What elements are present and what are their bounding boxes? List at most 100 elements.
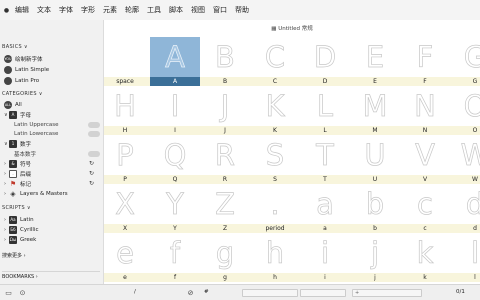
glyph-cell[interactable]: dd: [450, 184, 480, 233]
glyph-name-label: D: [300, 77, 350, 86]
layers-icon: ◈: [10, 189, 16, 198]
glyph-cell[interactable]: ii: [300, 233, 350, 282]
glyph-cell[interactable]: LL: [300, 86, 350, 135]
glyph-cell[interactable]: jj: [350, 233, 400, 282]
glyph-cell[interactable]: . period: [250, 184, 300, 233]
sidebar-item-latin-uppercase[interactable]: Latin Uppercase: [14, 120, 100, 129]
unicode-field[interactable]: [300, 289, 346, 297]
glyph-cell[interactable]: GG: [450, 37, 480, 86]
glyph-preview: I: [170, 89, 180, 124]
glyph-cell[interactable]: KK: [250, 86, 300, 135]
sidebar-item-symbols[interactable]: › & 符号 ↻: [4, 159, 100, 168]
sidebar-item-new-font[interactable]: YOU 绘制新字体: [4, 54, 100, 63]
glyph-cell[interactable]: ff: [150, 233, 200, 282]
menu-tools[interactable]: 工具: [143, 5, 165, 15]
glyph-cell[interactable]: CC: [250, 37, 300, 86]
glyph-cell[interactable]: RR: [200, 135, 250, 184]
glyph-cell[interactable]: kk: [400, 233, 450, 282]
glyph-name-label: M: [350, 126, 400, 135]
glyph-grid[interactable]: AspaceAABBCCDDEEFFGG HHIIJJKKLLMMNNOO PPQQ…: [104, 37, 480, 284]
glyph-cell[interactable]: NN: [400, 86, 450, 135]
glyph-cell[interactable]: BB: [200, 37, 250, 86]
menu-script[interactable]: 脚本: [165, 5, 187, 15]
glyph-preview: E: [365, 40, 385, 75]
glyph-preview: J: [220, 89, 230, 124]
sidebar-item-mark[interactable]: › ⚑ 标记 ↻: [4, 179, 100, 188]
menu-view[interactable]: 视图: [187, 5, 209, 15]
glyph-preview: F: [416, 40, 434, 75]
glyph-cell[interactable]: XX: [104, 184, 150, 233]
glyph-preview: P: [116, 138, 134, 173]
glyph-cell[interactable]: ee: [104, 233, 150, 282]
glyph-cell[interactable]: Aspace: [104, 37, 150, 86]
glyph-cell[interactable]: DD: [300, 37, 350, 86]
glyph-cell[interactable]: AA: [150, 37, 200, 86]
glyph-cell[interactable]: HH: [104, 86, 150, 135]
sidebar-item-latin-pro[interactable]: Latin Pro: [4, 76, 100, 85]
glyph-cell[interactable]: EE: [350, 37, 400, 86]
glyph-preview: l: [470, 236, 480, 271]
sidebar-item-number[interactable]: ∨ 1 数字: [4, 139, 100, 148]
glyph-cell[interactable]: UU: [350, 135, 400, 184]
refresh-icon[interactable]: ↻: [89, 160, 94, 167]
glyph-cell[interactable]: SS: [250, 135, 300, 184]
glyph-name-label: i: [300, 273, 350, 282]
sidebar-item-script-greek[interactable]: › Ωω Greek: [4, 235, 100, 244]
glyph-cell[interactable]: II: [150, 86, 200, 135]
menu-path[interactable]: 轮廓: [121, 5, 143, 15]
sidebar-item-basic-number[interactable]: 基本数字: [14, 149, 100, 158]
glyph-name-field[interactable]: [242, 289, 298, 297]
settings-icon[interactable]: ⊙: [18, 288, 27, 297]
sidebar-item-latin-lowercase[interactable]: Latin Lowercase: [14, 129, 100, 138]
glyph-cell[interactable]: WW: [450, 135, 480, 184]
glyph-cell[interactable]: FF: [400, 37, 450, 86]
search-field[interactable]: +: [352, 289, 422, 297]
bookmarks-header[interactable]: BOOKMARKS ›: [2, 271, 100, 280]
glyph-preview: R: [214, 138, 236, 173]
sidebar-item-suffix[interactable]: › . 后缀 ↻: [4, 169, 100, 178]
glyph-name-label: h: [250, 273, 300, 282]
glyph-cell[interactable]: bb: [350, 184, 400, 233]
sidebar-item-script-cyrillic[interactable]: › Бб Cyrillic: [4, 225, 100, 234]
sidebar-item-script-latin[interactable]: › Aa Latin: [4, 215, 100, 224]
glyph-cell[interactable]: gg: [200, 233, 250, 282]
glyph-cell[interactable]: hh: [250, 233, 300, 282]
menu-window[interactable]: 窗口: [209, 5, 231, 15]
app-icon[interactable]: ●: [2, 6, 11, 15]
slash-label: /: [134, 289, 136, 295]
menu-text[interactable]: 文本: [33, 5, 55, 15]
glyph-name-label: S: [250, 175, 300, 184]
menu-element[interactable]: 元素: [99, 5, 121, 15]
basics-header[interactable]: BASICS ∨: [2, 44, 28, 50]
refresh-icon[interactable]: ↻: [89, 180, 94, 187]
glyph-cell[interactable]: MM: [350, 86, 400, 135]
sidebar-item-layers[interactable]: › ◈ Layers & Masters: [4, 189, 100, 198]
glyph-cell[interactable]: aa: [300, 184, 350, 233]
glyph-cell[interactable]: ll: [450, 233, 480, 282]
menu-glyph[interactable]: 字形: [77, 5, 99, 15]
glyph-cell[interactable]: ZZ: [200, 184, 250, 233]
glyph-cell[interactable]: JJ: [200, 86, 250, 135]
glyph-cell[interactable]: QQ: [150, 135, 200, 184]
sidebar-item-latin-simple[interactable]: Latin Simple: [4, 65, 100, 74]
sidebar-item-label: 符号: [20, 161, 32, 168]
glyph-cell[interactable]: TT: [300, 135, 350, 184]
glyph-cell[interactable]: OO: [450, 86, 480, 135]
categories-header[interactable]: CATEGORIES ∨: [2, 91, 43, 97]
sidebar-toggle-icon[interactable]: ▭: [4, 288, 13, 297]
glyph-info-icon[interactable]: ⊘: [186, 288, 195, 297]
scripts-header[interactable]: SCRIPTS ∨: [2, 205, 31, 211]
sidebar-item-all[interactable]: ALL All: [4, 100, 100, 109]
menu-font[interactable]: 字体: [55, 5, 77, 15]
glyph-preview: T: [316, 138, 334, 173]
search-more-link[interactable]: 搜索更多 ›: [2, 252, 26, 259]
glyph-cell[interactable]: YY: [150, 184, 200, 233]
menu-help[interactable]: 帮助: [231, 5, 253, 15]
refresh-icon[interactable]: ↻: [89, 170, 94, 177]
sidebar-item-label: Layers & Masters: [20, 190, 68, 197]
glyph-cell[interactable]: VV: [400, 135, 450, 184]
glyph-cell[interactable]: PP: [104, 135, 150, 184]
sidebar-item-letter[interactable]: ∨ A 字母: [4, 110, 100, 119]
menu-edit[interactable]: 编辑: [11, 5, 33, 15]
glyph-cell[interactable]: cc: [400, 184, 450, 233]
